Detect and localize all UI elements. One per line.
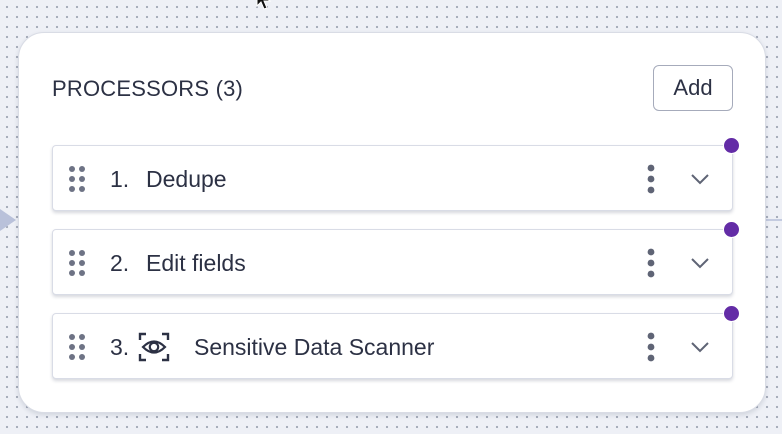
chevron-down-icon[interactable] — [689, 168, 711, 190]
eye-scan-icon — [138, 332, 170, 362]
processor-row-sensitive-data-scanner[interactable]: 3. Sensitive Data Scanner — [52, 313, 733, 379]
processor-row-dedupe[interactable]: 1. Dedupe — [52, 145, 733, 211]
outgoing-connection-line — [764, 219, 782, 221]
more-options-icon[interactable] — [639, 331, 663, 363]
more-options-icon[interactable] — [639, 247, 663, 279]
add-processor-button[interactable]: Add — [653, 65, 733, 111]
status-dot — [723, 137, 740, 154]
chevron-down-icon[interactable] — [689, 336, 711, 358]
drag-handle-icon[interactable] — [67, 248, 87, 278]
processor-number: 2. — [110, 250, 130, 276]
processors-title: PROCESSORS (3) — [52, 76, 244, 101]
status-dot — [723, 305, 740, 322]
processor-name: Sensitive Data Scanner — [194, 334, 435, 360]
drag-handle-icon[interactable] — [67, 332, 87, 362]
processor-row-edit-fields[interactable]: 2. Edit fields — [52, 229, 733, 295]
drag-handle-icon[interactable] — [67, 164, 87, 194]
processors-panel: PROCESSORS (3) Add 1. Dedupe 2. Edit fie… — [18, 32, 766, 413]
more-options-icon[interactable] — [639, 163, 663, 195]
processor-name: Dedupe — [146, 166, 227, 192]
processor-name: Edit fields — [146, 250, 246, 276]
chevron-down-icon[interactable] — [689, 252, 711, 274]
incoming-connection-arrow — [0, 209, 16, 231]
mouse-cursor-icon — [256, 0, 272, 10]
processor-number: 1. — [110, 166, 130, 192]
status-dot — [723, 221, 740, 238]
processor-number: 3. — [110, 334, 130, 360]
